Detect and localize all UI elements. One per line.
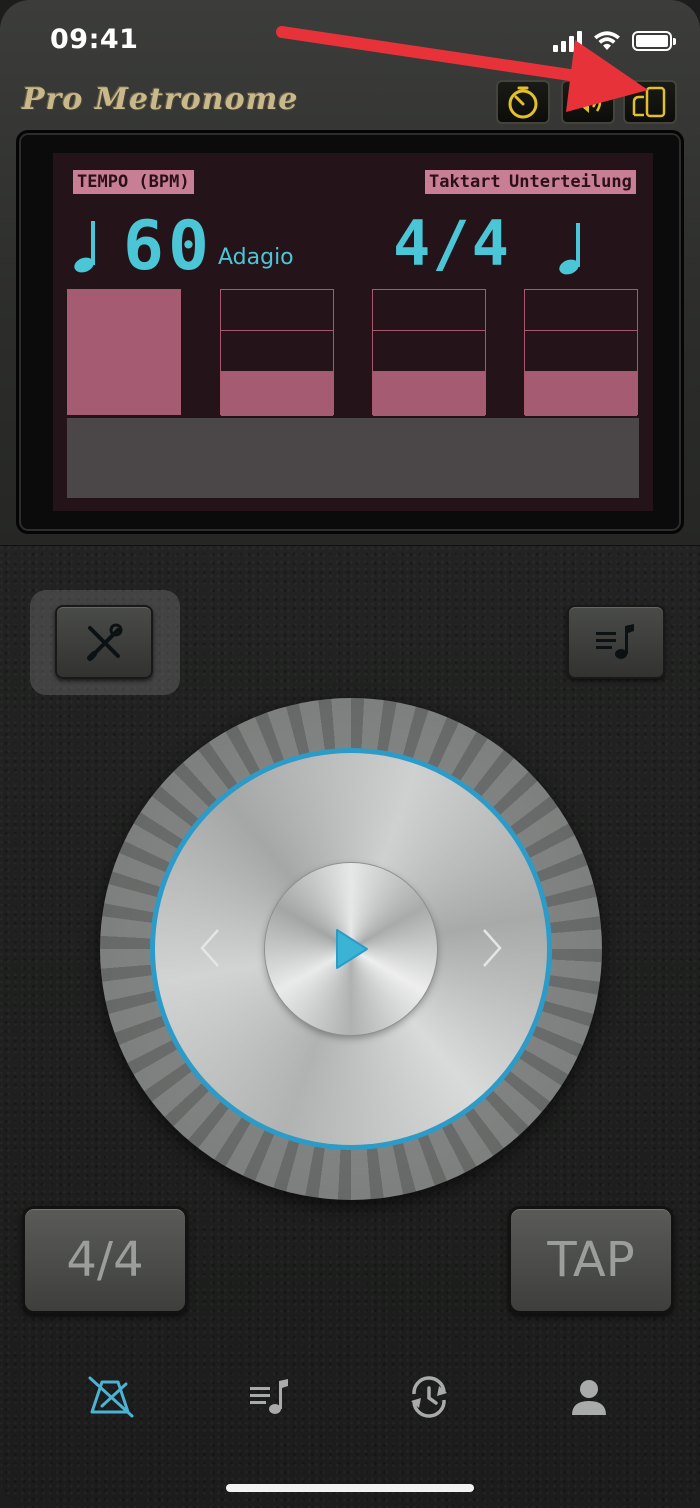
- tab-history[interactable]: [404, 1372, 454, 1422]
- history-icon: [411, 1376, 447, 1418]
- beat-indicator-1[interactable]: [67, 289, 181, 415]
- metronome-icon: [88, 1376, 134, 1418]
- status-time: 09:41: [50, 24, 139, 55]
- beat-indicator-2[interactable]: [220, 289, 334, 416]
- play-button[interactable]: [265, 863, 437, 1035]
- header-panel: 09:41 Pro Metronome TEMPO (BPM) Taktart …: [0, 0, 700, 546]
- profile-icon: [572, 1380, 606, 1415]
- rotate-screen-button[interactable]: [623, 80, 677, 124]
- playlist-icon: [596, 624, 634, 659]
- tempo-name: Adagio: [218, 245, 294, 270]
- cellular-signal-icon: [553, 30, 582, 52]
- tempo-label: TEMPO (BPM): [73, 170, 194, 194]
- lcd-display: TEMPO (BPM) Taktart Unterteilung 60 Adag…: [16, 130, 684, 534]
- sound-button[interactable]: [561, 80, 615, 124]
- subdivision-label[interactable]: Unterteilung: [505, 170, 636, 194]
- settings-button[interactable]: [55, 605, 153, 679]
- playlist-icon: [250, 1379, 288, 1414]
- brand-logo: Pro Metronome: [22, 82, 299, 117]
- timer-icon: [508, 86, 538, 119]
- tab-profile[interactable]: [564, 1372, 614, 1422]
- speaker-icon: [574, 91, 602, 113]
- lcd-info-bar: [67, 418, 639, 498]
- tempo-dial[interactable]: [100, 698, 602, 1200]
- app-screen: 09:41 Pro Metronome TEMPO (BPM) Taktart …: [0, 0, 700, 1508]
- tools-icon: [87, 623, 123, 661]
- quarter-note-icon: [74, 221, 95, 273]
- wifi-icon: [594, 31, 620, 50]
- timer-button[interactable]: [496, 80, 550, 124]
- lcd-screen: TEMPO (BPM) Taktart Unterteilung 60 Adag…: [53, 153, 653, 511]
- beat-indicator-3[interactable]: [372, 289, 486, 416]
- dial-face[interactable]: [155, 753, 547, 1145]
- tab-metronome[interactable]: [86, 1372, 136, 1422]
- subdivision-note-icon[interactable]: [558, 219, 588, 277]
- chevron-right-icon[interactable]: [482, 928, 502, 968]
- time-signature-value[interactable]: 4/4: [393, 207, 511, 280]
- rotate-device-icon: [632, 86, 666, 118]
- meter-label[interactable]: Taktart: [425, 170, 505, 194]
- tab-setlist[interactable]: [245, 1372, 295, 1422]
- play-icon: [336, 929, 368, 969]
- status-icons: [553, 28, 676, 54]
- dial-ring: [150, 748, 552, 1150]
- battery-icon: [632, 31, 676, 51]
- setlist-button[interactable]: [567, 605, 665, 679]
- chevron-left-icon[interactable]: [200, 928, 220, 968]
- time-signature-button[interactable]: 4/4: [22, 1206, 188, 1314]
- beat-indicator-4[interactable]: [524, 289, 638, 416]
- tempo-value[interactable]: 60: [123, 207, 213, 286]
- tap-tempo-button[interactable]: TAP: [508, 1206, 674, 1314]
- home-indicator: [226, 1484, 474, 1492]
